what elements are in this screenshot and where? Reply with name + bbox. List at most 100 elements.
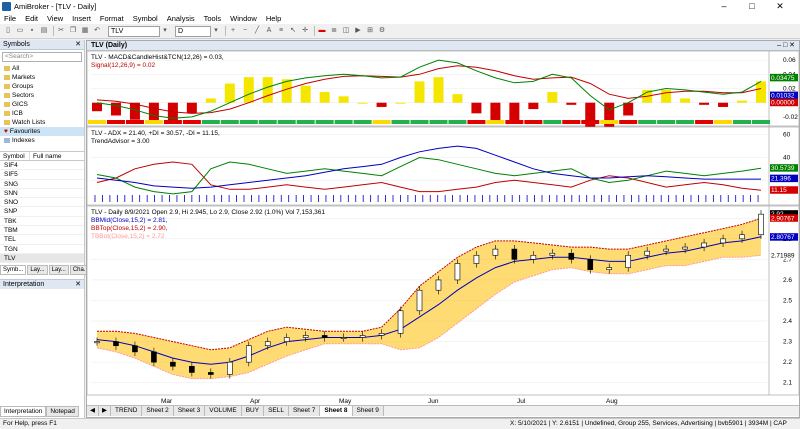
histogram-bar	[737, 100, 748, 103]
tab-notepad[interactable]: Notepad	[46, 406, 79, 417]
chart-window-controls[interactable]: – □ ✕	[777, 41, 795, 51]
tree-item-icb[interactable]: ICB	[0, 109, 84, 118]
maximize-button[interactable]: □	[738, 0, 766, 13]
play-icon[interactable]: ▶	[353, 26, 363, 36]
menu-help[interactable]: Help	[266, 14, 281, 23]
list-item[interactable]: TGN	[0, 245, 84, 254]
ticker-combo[interactable]: TLV	[108, 25, 160, 37]
sheet-tab[interactable]: Sheet 7	[288, 406, 321, 416]
folder-icon	[4, 101, 10, 107]
value-label: 11.15	[771, 187, 787, 194]
menu-view[interactable]: View	[47, 14, 63, 23]
zoom-out-icon[interactable]: −	[240, 26, 250, 36]
tab-layers[interactable]: Lay...	[27, 265, 48, 276]
histogram-bar	[471, 102, 482, 114]
minimize-button[interactable]: –	[710, 0, 738, 13]
crosshair-icon[interactable]: ✛	[300, 26, 310, 36]
line-tool-icon[interactable]: ╱	[252, 26, 262, 36]
sheet-tab[interactable]: VOLUME	[205, 406, 242, 416]
interpretation-close-button[interactable]: ✕	[75, 280, 81, 290]
sheet-tab[interactable]: Sheet 9	[352, 406, 384, 416]
list-item[interactable]: SNN	[0, 189, 84, 199]
text-tool-icon[interactable]: A	[264, 26, 274, 36]
menu-edit[interactable]: Edit	[25, 14, 38, 23]
histogram-bar	[718, 102, 729, 107]
list-item[interactable]: SNP	[0, 207, 84, 217]
cut-icon[interactable]: ✂	[56, 26, 66, 36]
cursor-icon[interactable]: ↖	[288, 26, 298, 36]
chart-area[interactable]: 0.060.040.020-0.02TLV - MACD&CandleHist&…	[87, 51, 799, 405]
candle-body	[663, 248, 669, 252]
tree-label: Sectors	[12, 92, 35, 99]
trend-strip-segment	[467, 120, 486, 124]
line-style-icon[interactable]: ≣	[329, 26, 339, 36]
scan-icon[interactable]: ⊞	[365, 26, 375, 36]
paste-icon[interactable]: ▦	[80, 26, 90, 36]
menu-file[interactable]: File	[4, 14, 16, 23]
tree-label: Indexes	[12, 137, 35, 144]
tree-item-gics[interactable]: GICS	[0, 100, 84, 109]
tree-item-sectors[interactable]: Sectors	[0, 91, 84, 100]
sheet-tab[interactable]: SELL	[264, 406, 289, 416]
list-item-selected[interactable]: TLV	[0, 253, 84, 264]
tree-item-groups[interactable]: Groups	[0, 82, 84, 91]
sheet-tab[interactable]: Sheet 2	[142, 406, 174, 416]
candle-body	[397, 310, 404, 334]
sheet-next-button[interactable]: ▶	[99, 406, 111, 416]
tab-symbols[interactable]: Symb...	[0, 265, 27, 276]
list-item[interactable]: TEL	[0, 235, 84, 245]
value-label: 2.71989	[771, 252, 795, 259]
list-item[interactable]: SNG	[0, 180, 84, 189]
menu-symbol[interactable]: Symbol	[133, 14, 158, 23]
menu-insert[interactable]: Insert	[72, 14, 91, 23]
sheet-prev-button[interactable]: ◀	[87, 406, 99, 416]
tree-item-indexes[interactable]: Indexes	[0, 136, 84, 145]
sheet-tab[interactable]: BUY	[241, 406, 265, 416]
undo-icon[interactable]: ↶	[92, 26, 102, 36]
list-item[interactable]: TBK	[0, 217, 84, 227]
toolbar-divider	[53, 26, 54, 36]
list-item[interactable]: TBM	[0, 226, 84, 236]
menu-window[interactable]: Window	[230, 14, 257, 23]
tree-item-favourites[interactable]: ♥ Favourites	[0, 127, 84, 136]
symbols-panel-close-button[interactable]: ✕	[75, 40, 81, 50]
sheet-tab[interactable]: Sheet 3	[173, 406, 206, 416]
tree-item-watch-lists[interactable]: Watch Lists	[0, 118, 84, 127]
y-tick-label: 40	[783, 154, 791, 161]
tab-layouts[interactable]: Lay...	[48, 265, 69, 276]
copy-icon[interactable]: ❐	[68, 26, 78, 36]
x-axis-label: Mar	[161, 398, 173, 405]
column-symbol[interactable]: Symbol	[0, 152, 30, 160]
color-picker-icon[interactable]: ▬	[317, 26, 327, 36]
menu-format[interactable]: Format	[100, 14, 124, 23]
candle-body	[549, 252, 556, 256]
new-file-icon[interactable]: ▯	[3, 26, 13, 36]
tab-interpretation[interactable]: Interpretation	[0, 406, 47, 417]
interval-combo[interactable]: D	[175, 25, 211, 37]
interval-dropdown-icon[interactable]: ▾	[211, 26, 221, 36]
value-label: 0.01032	[771, 93, 795, 100]
ticker-dropdown-icon[interactable]: ▾	[160, 26, 170, 36]
zoom-in-icon[interactable]: +	[228, 26, 238, 36]
print-icon[interactable]: ▤	[39, 26, 49, 36]
list-item[interactable]: SIF5	[0, 170, 84, 180]
column-full-name[interactable]: Full name	[30, 152, 62, 160]
tree-item-all[interactable]: All	[0, 64, 84, 73]
layers-icon[interactable]: ◫	[341, 26, 351, 36]
menu-tools[interactable]: Tools	[204, 14, 222, 23]
open-folder-icon[interactable]: ▭	[15, 26, 25, 36]
save-icon[interactable]: ▪	[27, 26, 37, 36]
menu-analysis[interactable]: Analysis	[167, 14, 195, 23]
sheet-tab[interactable]: TREND	[111, 406, 143, 416]
symbol-search-input[interactable]: <Search>	[2, 52, 82, 62]
list-item[interactable]: SNO	[0, 198, 84, 208]
list-item[interactable]: SIF4	[0, 161, 84, 171]
sheet-tab-active[interactable]: Sheet 8	[320, 406, 353, 416]
fib-tool-icon[interactable]: ≡	[276, 26, 286, 36]
tree-item-markets[interactable]: Markets	[0, 73, 84, 82]
toolbar: ▯ ▭ ▪ ▤ ✂ ❐ ▦ ↶ TLV ▾ D ▾ + − ╱ A ≡ ↖ ✛ …	[0, 24, 800, 39]
close-button[interactable]: ✕	[766, 0, 794, 13]
chart-window: TLV (Daily) – □ ✕ 0.060.040.020-0.02TLV …	[86, 40, 800, 418]
settings-icon[interactable]: ⚙	[377, 26, 387, 36]
folder-icon	[4, 92, 10, 98]
